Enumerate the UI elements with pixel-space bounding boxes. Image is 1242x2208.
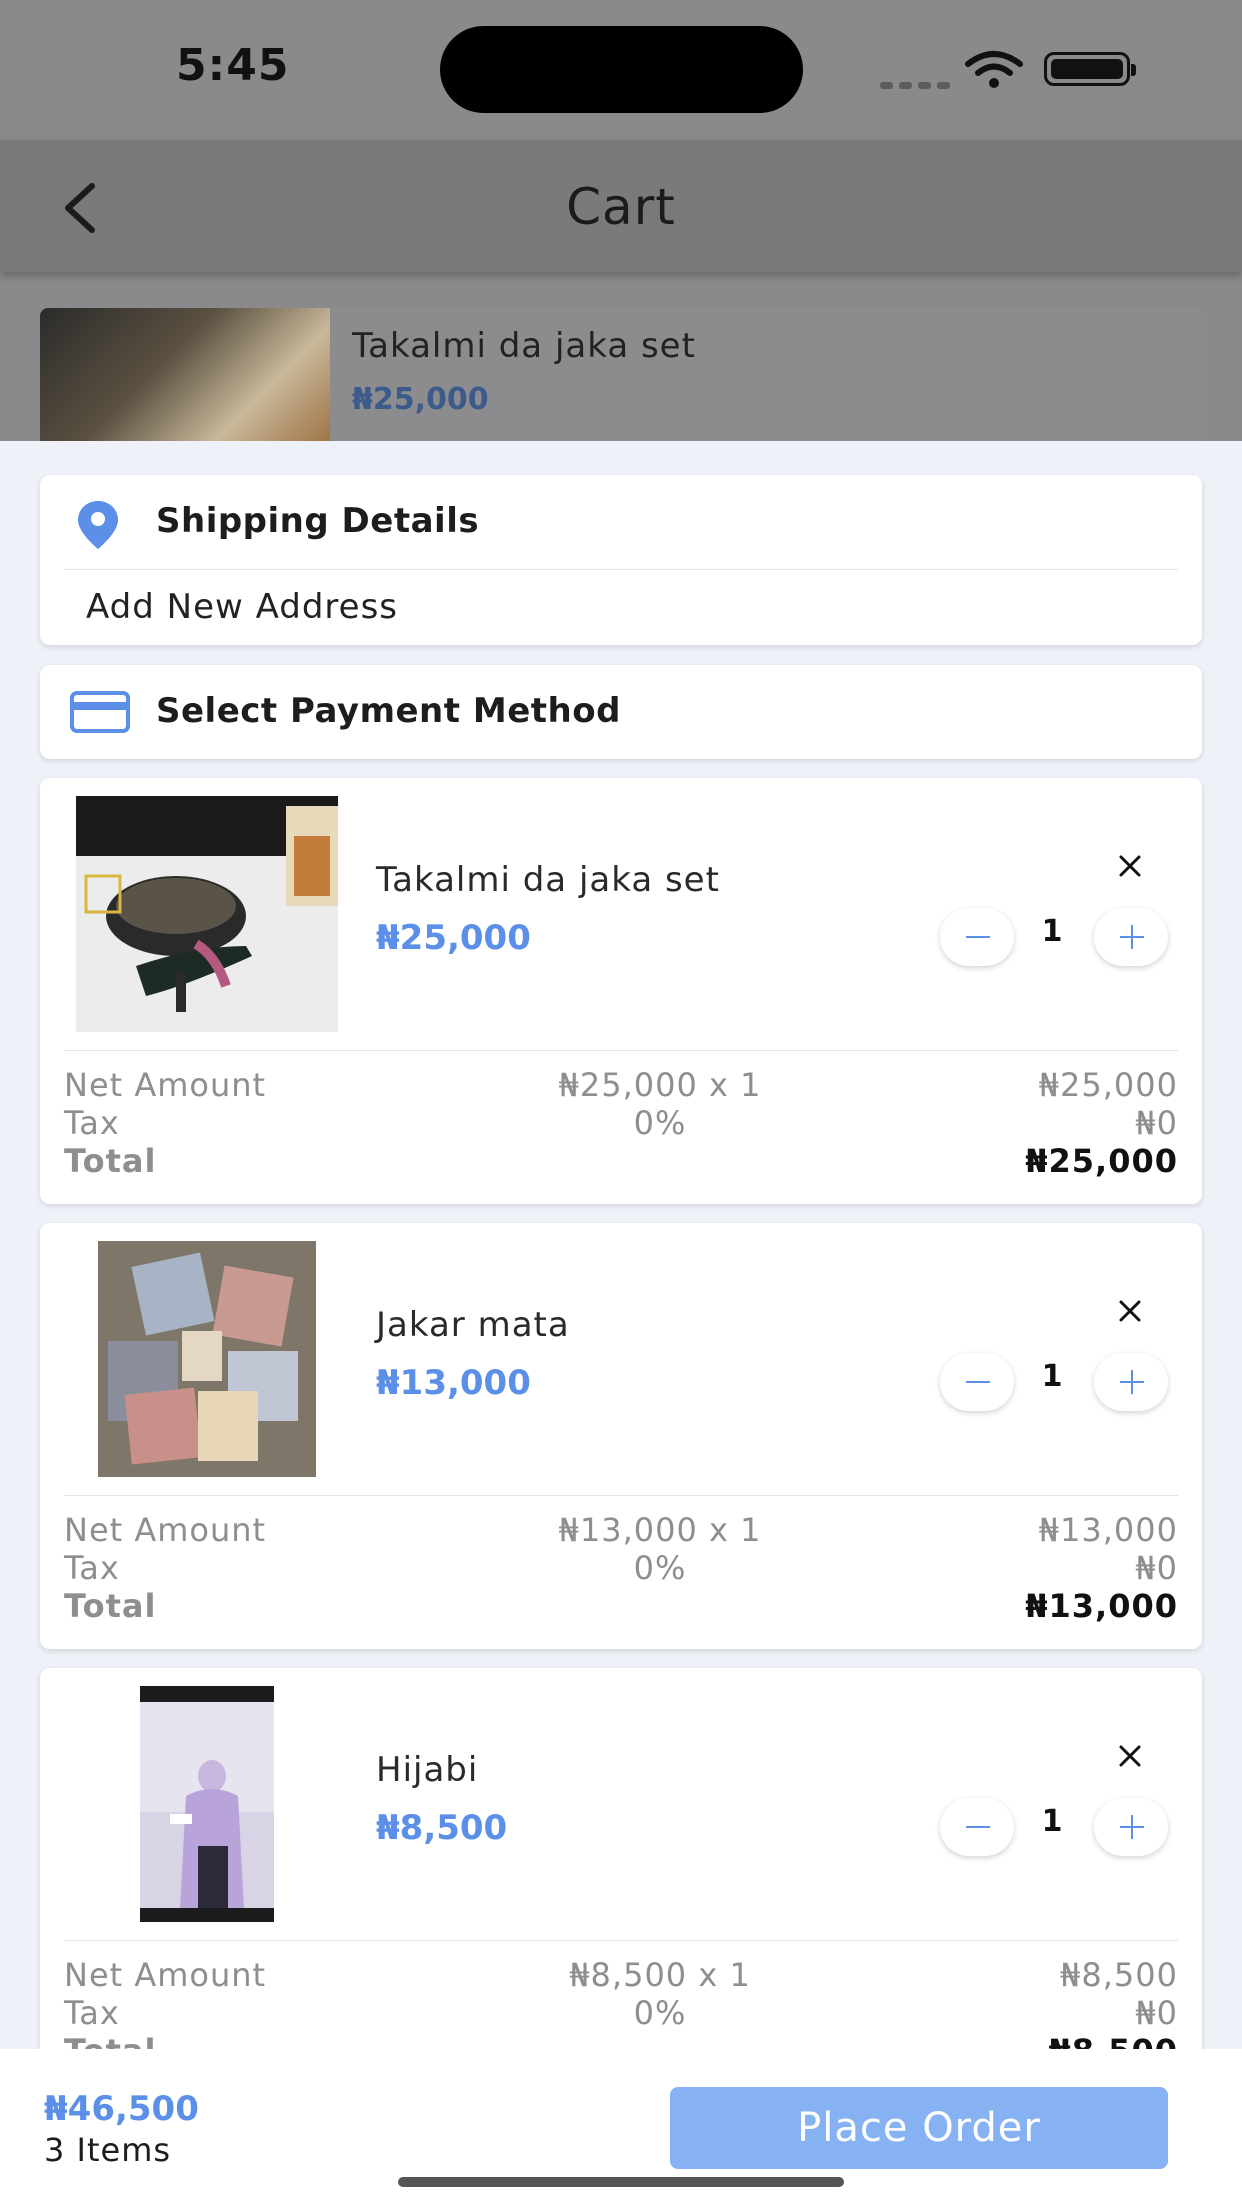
quantity-value: 1 bbox=[1041, 1359, 1063, 1394]
product-image bbox=[98, 1241, 316, 1477]
tax-label: Tax bbox=[64, 1104, 120, 1142]
quantity-value: 1 bbox=[1041, 1804, 1063, 1839]
status-bar: 5:45 bbox=[0, 0, 1242, 140]
location-pin-icon bbox=[78, 501, 118, 549]
cart-item: Jakar mata ₦13,000 1 Net Amount ₦13,000 … bbox=[40, 1223, 1202, 1649]
app-header: Cart bbox=[0, 140, 1242, 272]
tax-value: ₦0 bbox=[1135, 1549, 1178, 1587]
product-image bbox=[40, 308, 330, 441]
tax-label: Tax bbox=[64, 1994, 120, 2032]
divider bbox=[64, 1940, 1178, 1941]
quantity-increase-button[interactable] bbox=[1094, 1798, 1168, 1856]
checkout-footer: ₦46,500 3 Items Place Order bbox=[0, 2049, 1242, 2208]
order-total: ₦46,500 bbox=[44, 2089, 199, 2129]
product-price: ₦25,000 bbox=[352, 382, 489, 417]
net-amount-value: ₦13,000 bbox=[1038, 1511, 1178, 1549]
quantity-decrease-button[interactable] bbox=[940, 1353, 1014, 1411]
product-name: Jakar mata bbox=[376, 1305, 570, 1345]
net-amount-calc: ₦13,000 x 1 bbox=[558, 1511, 762, 1549]
select-payment-method-label: Select Payment Method bbox=[156, 691, 621, 731]
tax-rate: 0% bbox=[633, 1549, 687, 1587]
total-label: Total bbox=[64, 1587, 157, 1625]
net-amount-value: ₦25,000 bbox=[1038, 1066, 1178, 1104]
tax-value: ₦0 bbox=[1135, 1104, 1178, 1142]
divider bbox=[64, 569, 1178, 570]
quantity-increase-button[interactable] bbox=[1094, 908, 1168, 966]
tax-label: Tax bbox=[64, 1549, 120, 1587]
quantity-decrease-button[interactable] bbox=[940, 1798, 1014, 1856]
shipping-details-card: Shipping Details Add New Address bbox=[40, 475, 1202, 645]
cart-item: Takalmi da jaka set ₦25,000 1 Net Amount… bbox=[40, 778, 1202, 1204]
cart-item: Hijabi ₦8,500 1 Net Amount ₦8,500 x 1 ₦8… bbox=[40, 1668, 1202, 2049]
product-name: Takalmi da jaka set bbox=[376, 860, 720, 900]
place-order-button[interactable]: Place Order bbox=[670, 2087, 1168, 2169]
net-amount-label: Net Amount bbox=[64, 1956, 267, 1994]
product-price: ₦8,500 bbox=[376, 1808, 508, 1848]
product-image bbox=[76, 796, 338, 1032]
quantity-value: 1 bbox=[1041, 914, 1063, 949]
page-title: Cart bbox=[566, 178, 676, 236]
total-label: Total bbox=[64, 2032, 156, 2049]
product-price: ₦13,000 bbox=[376, 1363, 531, 1403]
credit-card-icon bbox=[70, 691, 130, 733]
product-name: Hijabi bbox=[376, 1750, 479, 1790]
home-indicator bbox=[398, 2177, 844, 2187]
tax-value: ₦0 bbox=[1135, 1994, 1178, 2032]
dynamic-island bbox=[440, 26, 803, 113]
close-icon[interactable] bbox=[1112, 1293, 1148, 1329]
battery-icon bbox=[1044, 52, 1136, 86]
divider bbox=[64, 1050, 1178, 1051]
product-price: ₦25,000 bbox=[376, 918, 531, 958]
total-value: ₦13,000 bbox=[1025, 1587, 1178, 1625]
product-image bbox=[140, 1686, 274, 1922]
add-new-address-link[interactable]: Add New Address bbox=[86, 587, 398, 627]
checkout-sheet: Shipping Details Add New Address Select … bbox=[0, 441, 1242, 2049]
total-value: ₦8,500 bbox=[1049, 2032, 1178, 2049]
product-name: Takalmi da jaka set bbox=[352, 326, 696, 366]
tax-rate: 0% bbox=[633, 1104, 687, 1142]
close-icon[interactable] bbox=[1112, 1738, 1148, 1774]
net-amount-value: ₦8,500 bbox=[1060, 1956, 1178, 1994]
net-amount-calc: ₦25,000 x 1 bbox=[558, 1066, 762, 1104]
divider bbox=[64, 1495, 1178, 1496]
background-page-overlay: 5:45 Cart Takalmi da jaka set ₦25,000 bbox=[0, 0, 1242, 441]
wifi-icon bbox=[965, 51, 1023, 88]
quantity-decrease-button[interactable] bbox=[940, 908, 1014, 966]
signal-icon bbox=[880, 74, 956, 93]
payment-method-card[interactable]: Select Payment Method bbox=[40, 665, 1202, 759]
tax-rate: 0% bbox=[633, 1994, 687, 2032]
quantity-increase-button[interactable] bbox=[1094, 1353, 1168, 1411]
total-label: Total bbox=[64, 1142, 157, 1180]
total-value: ₦25,000 bbox=[1025, 1142, 1178, 1180]
items-count: 3 Items bbox=[44, 2131, 172, 2169]
shipping-details-title: Shipping Details bbox=[156, 501, 480, 541]
net-amount-label: Net Amount bbox=[64, 1066, 267, 1104]
background-cart-item: Takalmi da jaka set ₦25,000 bbox=[40, 308, 1202, 441]
net-amount-calc: ₦8,500 x 1 bbox=[569, 1956, 751, 1994]
close-icon[interactable] bbox=[1112, 848, 1148, 884]
net-amount-label: Net Amount bbox=[64, 1511, 267, 1549]
status-time: 5:45 bbox=[176, 40, 290, 91]
